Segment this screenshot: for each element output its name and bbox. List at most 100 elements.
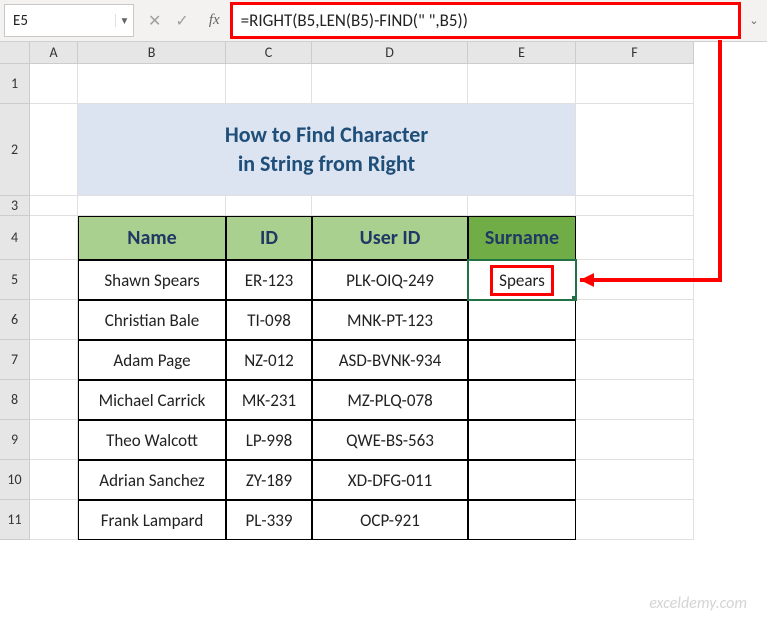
cell-B11[interactable]: Frank Lampard: [78, 500, 226, 540]
name-box[interactable]: E5: [5, 10, 115, 32]
cell-C5[interactable]: ER-123: [226, 260, 312, 300]
surname-value: Spears: [490, 265, 554, 296]
header-surname[interactable]: Surname: [468, 216, 576, 260]
col-header-D[interactable]: D: [312, 42, 468, 64]
cell-E1[interactable]: [468, 64, 576, 104]
header-name[interactable]: Name: [78, 216, 226, 260]
cell-B3[interactable]: [78, 196, 226, 216]
row-header-4[interactable]: 4: [0, 216, 30, 260]
cell-E8[interactable]: [468, 380, 576, 420]
row-header-3[interactable]: 3: [0, 196, 30, 216]
cell-F3[interactable]: [576, 196, 694, 216]
cell-D6[interactable]: MNK-PT-123: [312, 300, 468, 340]
cell-D3[interactable]: [312, 196, 468, 216]
cancel-icon[interactable]: ✕: [148, 11, 161, 31]
row-header-2[interactable]: 2: [0, 104, 30, 196]
cell-E9[interactable]: [468, 420, 576, 460]
row-headers: 1 2 3 4 5 6 7 8 9 10 11: [0, 64, 30, 540]
watermark: exceldemy.com: [649, 594, 747, 613]
formula-bar-buttons: ✕ ✓: [134, 0, 203, 41]
col-header-A[interactable]: A: [30, 42, 78, 64]
col-header-E[interactable]: E: [468, 42, 576, 64]
row-header-11[interactable]: 11: [0, 500, 30, 540]
cell-D1[interactable]: [312, 64, 468, 104]
cell-C3[interactable]: [226, 196, 312, 216]
cell-D7[interactable]: ASD-BVNK-934: [312, 340, 468, 380]
cell-E3[interactable]: [468, 196, 576, 216]
header-userid[interactable]: User ID: [312, 216, 468, 260]
cell-E11[interactable]: [468, 500, 576, 540]
cell-C7[interactable]: NZ-012: [226, 340, 312, 380]
cell-A9[interactable]: [30, 420, 78, 460]
row-header-10[interactable]: 10: [0, 460, 30, 500]
cell-B8[interactable]: Michael Carrick: [78, 380, 226, 420]
cell-F10[interactable]: [576, 460, 694, 500]
spreadsheet-grid: A B C D E F 1 2 3 4 5 6 7 8 9 10 11: [0, 42, 767, 540]
cell-B7[interactable]: Adam Page: [78, 340, 226, 380]
name-box-container: E5 ▼: [4, 4, 134, 37]
row-header-5[interactable]: 5: [0, 260, 30, 300]
cell-E6[interactable]: [468, 300, 576, 340]
cell-A10[interactable]: [30, 460, 78, 500]
cell-C11[interactable]: PL-339: [226, 500, 312, 540]
title-cell[interactable]: How to Find Character in String from Rig…: [78, 104, 576, 196]
row-header-8[interactable]: 8: [0, 380, 30, 420]
cell-B9[interactable]: Theo Walcott: [78, 420, 226, 460]
select-all-corner[interactable]: [0, 42, 30, 64]
cell-B5[interactable]: Shawn Spears: [78, 260, 226, 300]
fill-handle[interactable]: [572, 296, 576, 300]
cell-A6[interactable]: [30, 300, 78, 340]
cell-B6[interactable]: Christian Bale: [78, 300, 226, 340]
cell-E5[interactable]: Spears: [468, 260, 576, 300]
cell-E10[interactable]: [468, 460, 576, 500]
cell-B10[interactable]: Adrian Sanchez: [78, 460, 226, 500]
column-headers: A B C D E F: [30, 42, 767, 64]
cell-A2[interactable]: [30, 104, 78, 196]
cell-D11[interactable]: OCP-921: [312, 500, 468, 540]
cells-area: How to Find Character in String from Rig…: [30, 64, 767, 540]
formula-toolbar: E5 ▼ ✕ ✓ fx =RIGHT(B5,LEN(B5)-FIND(" ",B…: [0, 0, 767, 42]
cell-F7[interactable]: [576, 340, 694, 380]
cell-F11[interactable]: [576, 500, 694, 540]
col-header-B[interactable]: B: [78, 42, 226, 64]
header-id[interactable]: ID: [226, 216, 312, 260]
cell-E7[interactable]: [468, 340, 576, 380]
col-header-F[interactable]: F: [576, 42, 694, 64]
fx-label[interactable]: fx: [203, 0, 226, 41]
row-header-6[interactable]: 6: [0, 300, 30, 340]
cell-A8[interactable]: [30, 380, 78, 420]
cell-D10[interactable]: XD-DFG-011: [312, 460, 468, 500]
cell-C9[interactable]: LP-998: [226, 420, 312, 460]
cell-F1[interactable]: [576, 64, 694, 104]
cell-F2[interactable]: [576, 104, 694, 196]
cell-B1[interactable]: [78, 64, 226, 104]
cell-F9[interactable]: [576, 420, 694, 460]
cell-A1[interactable]: [30, 64, 78, 104]
col-header-C[interactable]: C: [226, 42, 312, 64]
cell-D8[interactable]: MZ-PLQ-078: [312, 380, 468, 420]
cell-D5[interactable]: PLK-OIQ-249: [312, 260, 468, 300]
cell-A5[interactable]: [30, 260, 78, 300]
row-header-9[interactable]: 9: [0, 420, 30, 460]
cell-A4[interactable]: [30, 216, 78, 260]
formula-bar[interactable]: =RIGHT(B5,LEN(B5)-FIND(" ",B5)): [230, 2, 741, 39]
cell-F4[interactable]: [576, 216, 694, 260]
name-box-dropdown[interactable]: ▼: [115, 14, 133, 27]
formula-expand-icon[interactable]: ⌄: [745, 0, 763, 41]
cell-F5[interactable]: [576, 260, 694, 300]
cell-F8[interactable]: [576, 380, 694, 420]
row-header-7[interactable]: 7: [0, 340, 30, 380]
cell-C10[interactable]: ZY-189: [226, 460, 312, 500]
title-line1: How to Find Character: [225, 121, 428, 150]
cell-A11[interactable]: [30, 500, 78, 540]
cell-C8[interactable]: MK-231: [226, 380, 312, 420]
title-line2: in String from Right: [238, 150, 415, 179]
cell-F6[interactable]: [576, 300, 694, 340]
cell-D9[interactable]: QWE-BS-563: [312, 420, 468, 460]
cell-A3[interactable]: [30, 196, 78, 216]
accept-icon[interactable]: ✓: [175, 11, 188, 31]
row-header-1[interactable]: 1: [0, 64, 30, 104]
cell-C6[interactable]: TI-098: [226, 300, 312, 340]
cell-C1[interactable]: [226, 64, 312, 104]
cell-A7[interactable]: [30, 340, 78, 380]
